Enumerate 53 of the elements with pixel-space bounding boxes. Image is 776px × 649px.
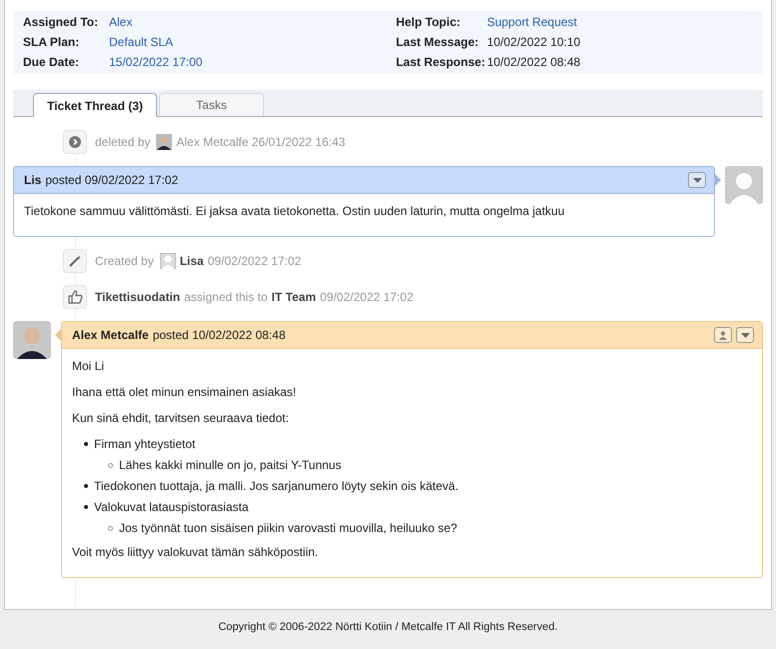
field-value: Default SLA — [109, 35, 174, 49]
list-item-text: Lähes kakki minulle on jo, paitsi Y-Tunnus — [119, 458, 342, 472]
message-paragraph: Moi Li — [72, 359, 104, 373]
event-text: assigned this to — [184, 290, 268, 304]
field-label: Last Response: — [396, 55, 486, 69]
list-item-text: Jos työnnät tuon sisäisen piikin varovasti muovilla, heiluuko se? — [119, 521, 458, 535]
avatar-icon — [160, 253, 176, 269]
copyright-text: Copyright © 2006-2022 Nörtti Kotiin / Metcalfe IT All Rights Reserved. — [217, 620, 559, 633]
event-text: Alex Metcalfe 26/01/2022 16:43 — [176, 135, 346, 149]
caret-icon — [740, 332, 750, 338]
caret-icon — [692, 178, 702, 182]
field-value: 15/02/2022 17:00 — [109, 55, 202, 69]
event-text: deleted by — [95, 135, 150, 149]
message-paragraph: Voit myös liittyy valokuvat tämän sähköpostiin. — [72, 545, 318, 559]
message-paragraph: Tietokone sammuu välittömästi. Ei jaksa avata tietokonetta. Ostin uuden laturin, mutta ongelma jatkuu — [24, 204, 565, 218]
tab[interactable]: Tasks — [159, 93, 264, 116]
field-label: Help Topic: — [396, 15, 462, 29]
field-label: Due Date: — [23, 55, 80, 69]
field-label: Assigned To: — [23, 15, 100, 29]
bullet-icon — [84, 505, 88, 509]
avatar-photo-icon — [13, 321, 51, 359]
person-icon — [719, 330, 727, 340]
list-item-text: Firman yhteystietot — [94, 437, 196, 451]
menu-dropdown-button[interactable] — [688, 172, 706, 188]
author-name: Alex Metcalfe — [72, 328, 149, 342]
bullet-icon — [84, 442, 88, 446]
event-text: Lisa — [180, 254, 204, 268]
help-topic-link[interactable]: Support Request — [486, 15, 577, 29]
menu-dropdown-button[interactable] — [736, 327, 754, 343]
event-text: Created by — [95, 254, 154, 268]
tab[interactable]: Ticket Thread (3) — [33, 93, 157, 117]
field-value: 10/02/2022 10:10 — [486, 35, 580, 49]
field-value: Alex — [109, 15, 132, 29]
avatar-placeholder-icon — [725, 166, 763, 204]
field-value: 10/02/2022 08:48 — [486, 55, 580, 69]
avatar-icon — [156, 134, 172, 150]
bullet-icon — [108, 462, 113, 468]
bullet-icon — [108, 526, 113, 530]
author-name: Lis — [24, 173, 42, 187]
list-item-text: Tiedokonen tuottaja, ja malli. Jos sarjanumero löyty sekin ois kätevä. — [94, 479, 458, 493]
event-text: IT Team — [272, 290, 316, 304]
list-item-text: Valokuvat latauspistorasiasta — [94, 500, 249, 514]
event-text: 09/02/2022 17:02 — [320, 290, 414, 304]
field-label: SLA Plan: — [23, 35, 80, 49]
message-paragraph: Ihana että olet minun ensimainen asiakas! — [72, 385, 296, 399]
field-label: Last Message: — [396, 35, 480, 49]
user-button[interactable] — [714, 327, 732, 343]
posted-date: posted 09/02/2022 17:02 — [45, 173, 178, 187]
message-paragraph: Kun sinä ehdit, tarvitsen seuraava tiedot: — [72, 411, 289, 425]
event-text: 09/02/2022 17:02 — [208, 254, 302, 268]
event-text: Tikettisuodatin — [95, 290, 180, 304]
bullet-icon — [84, 484, 88, 488]
posted-date: posted 10/02/2022 08:48 — [152, 328, 286, 342]
